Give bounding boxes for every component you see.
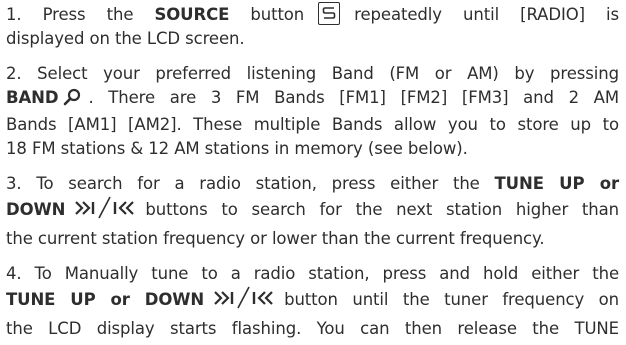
tune-up-down-icon [214,286,280,317]
tune-up-down-icon [75,196,141,227]
manual-page: 1. Press the SOURCE button repeatedly unt… [6,2,619,341]
step-1-line-2: displayed on the LCD screen. [6,29,245,48]
step-2: 2. Select your preferred listening Band … [6,62,619,161]
step-3-line-2: DOWN buttons to search for the next stati… [6,196,619,227]
band-keyword: BAND [6,88,59,107]
source-icon [318,2,341,25]
step-2-line-1: 2. Select your preferred listening Band … [6,64,619,83]
search-icon [63,88,81,113]
step-3-line-3: the current station frequency or lower t… [6,229,545,248]
down-keyword: DOWN [6,200,66,219]
source-keyword: SOURCE [154,5,230,24]
tune-up-keyword: TUNE UP or [494,174,620,193]
step-2-line-2: BAND. There are 3 FM Bands [FM1] [FM2] [… [6,86,619,113]
step-1: 1. Press the SOURCE button repeatedly unt… [6,2,619,51]
tune-up-down-keyword: TUNE UP or DOWN [6,290,205,309]
step-2-line-4: 18 FM stations & 12 AM stations in memor… [6,139,468,158]
step-4-line-3: the LCD display starts flashing. You can… [6,319,619,338]
step-4: 4. To Manually tune to a radio station, … [6,262,619,341]
step-3-line-1: 3. To search for a radio station, press … [6,174,620,193]
step-1-line-1: 1. Press the SOURCE button repeatedly unt… [6,2,619,27]
step-3: 3. To search for a radio station, press … [6,172,619,251]
step-2-line-3: Bands [AM1] [AM2]. These multiple Bands … [6,115,619,134]
step-4-line-2: TUNE UP or DOWN button until the tuner fr… [6,286,619,317]
step-4-line-1: 4. To Manually tune to a radio station, … [6,264,619,283]
